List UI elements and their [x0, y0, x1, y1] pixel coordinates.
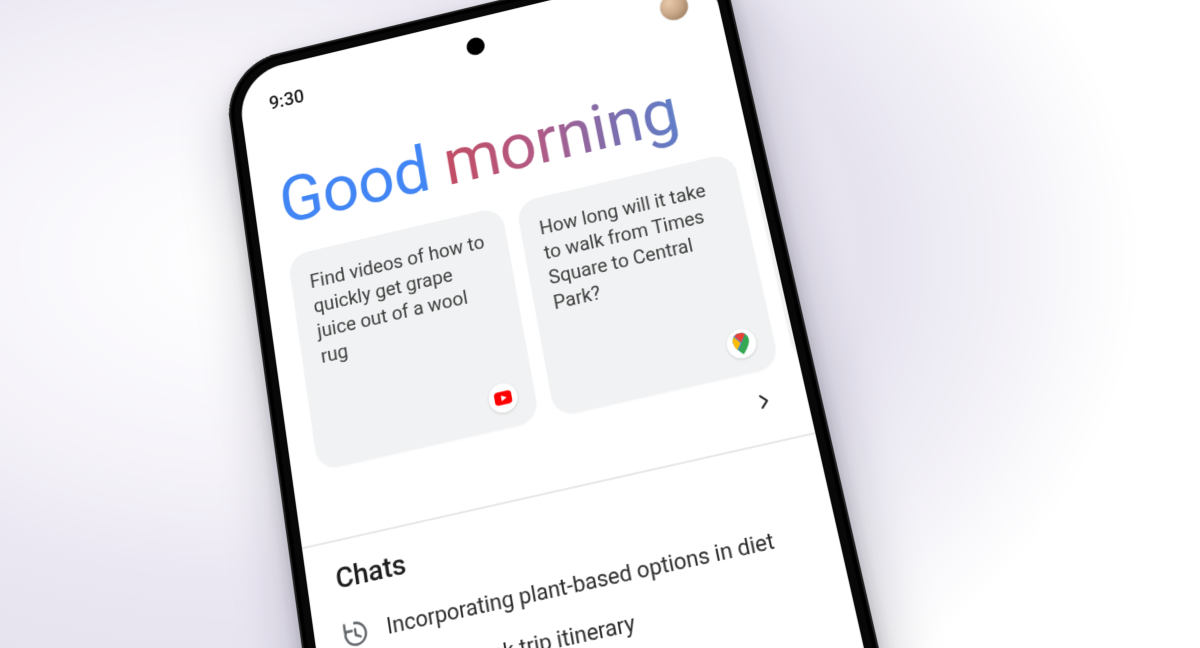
chat-row-label: Spring break trip itinerary [392, 610, 637, 648]
phone-body: 9:30 Good morning Find videos of how to … [222, 0, 970, 648]
maps-icon [724, 326, 759, 361]
chevron-right-icon [754, 391, 775, 412]
main-content: Good morning Find videos of how to quick… [247, 39, 952, 648]
chat-row[interactable]: Incorporating plant-based options in die… [339, 509, 815, 648]
suggestion-card-text [770, 158, 789, 162]
suggestion-card-walk-time[interactable]: How long will it take to walk from Times… [516, 152, 780, 417]
youtube-icon [486, 380, 519, 415]
phone-screen: 9:30 Good morning Find videos of how to … [236, 0, 951, 648]
profile-avatar[interactable] [658, 0, 691, 23]
suggestion-card-text: How long will it take to walk from Times… [537, 175, 739, 316]
suggestion-card-text: Find videos of how to quickly get grape … [308, 229, 503, 370]
chat-row[interactable]: activities [353, 608, 836, 648]
history-icon [340, 617, 371, 648]
greeting-word-1: Good [275, 133, 435, 241]
stage: 9:30 Good morning Find videos of how to … [0, 0, 1200, 648]
suggestion-card-videos[interactable]: Find videos of how to quickly get grape … [287, 206, 539, 471]
phone-frame: 9:30 Good morning Find videos of how to … [222, 0, 970, 648]
status-time: 9:30 [268, 85, 306, 114]
